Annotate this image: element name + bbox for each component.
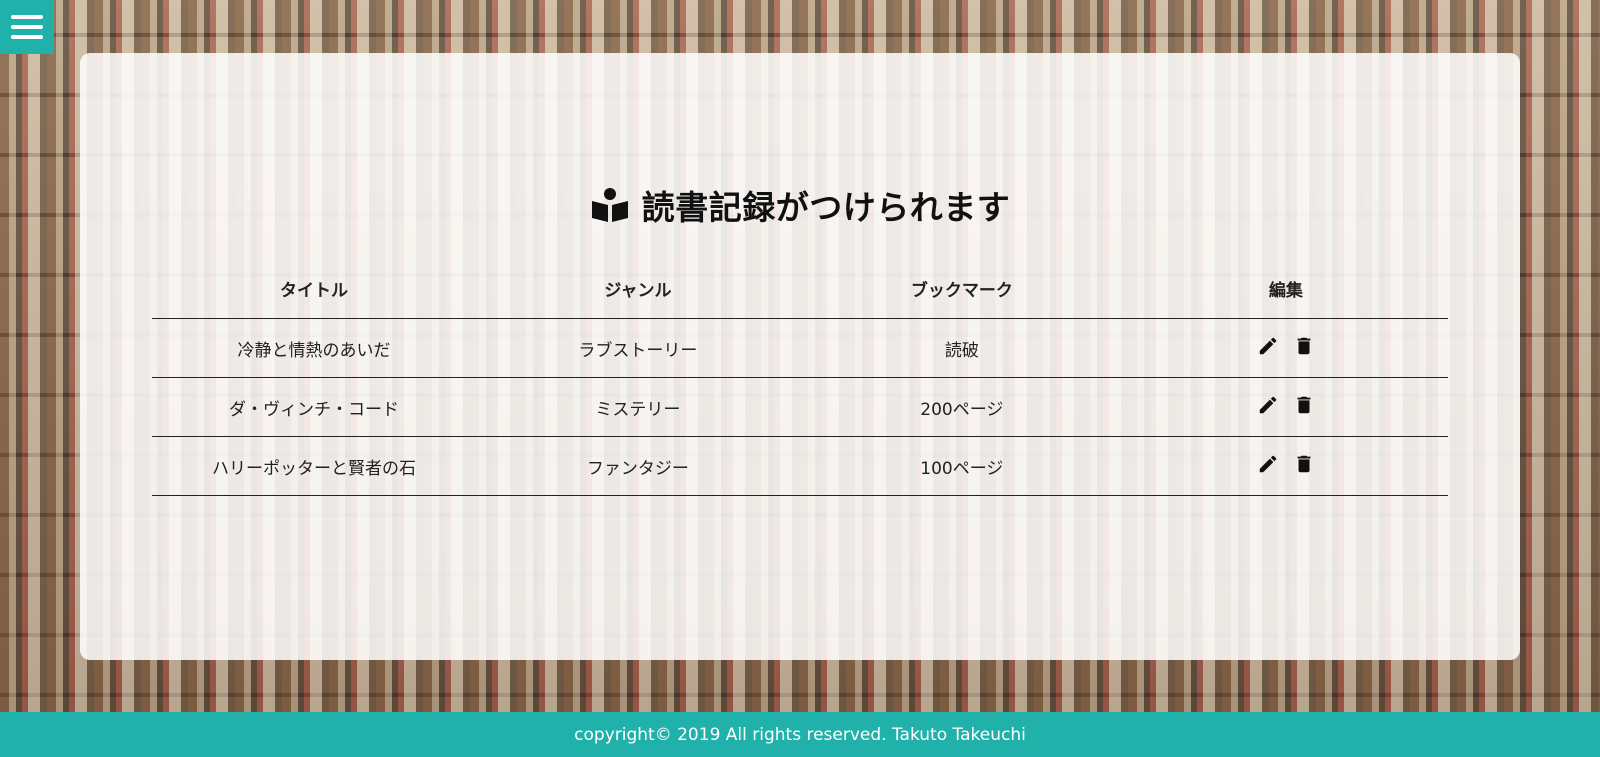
book-genre-cell: ラブストーリー <box>475 318 800 378</box>
book-actions-cell <box>1123 436 1448 496</box>
page-title: 読書記録がつけられます <box>641 188 1011 227</box>
book-actions-cell <box>1123 318 1448 378</box>
table-header-row: タイトル ジャンル ブックマーク 編集 <box>152 258 1448 319</box>
table-row: 冷静と情熱のあいだ ラブストーリー 読破 <box>152 318 1448 378</box>
column-header-edit: 編集 <box>1123 258 1448 319</box>
pencil-edit-icon[interactable] <box>1257 335 1279 357</box>
book-bookmark-cell: 読破 <box>799 318 1124 378</box>
book-actions-cell <box>1123 377 1448 437</box>
main-panel: 読書記録がつけられます タイトル ジャンル ブックマーク 編集 冷静と情熱のあい… <box>80 53 1520 660</box>
column-header-title: タイトル <box>152 258 476 319</box>
trash-delete-icon[interactable] <box>1293 335 1315 357</box>
book-title-cell: ハリーポッターと賢者の石 <box>152 436 476 496</box>
table-row: ダ・ヴィンチ・コード ミステリー 200ページ <box>152 377 1448 437</box>
footer: copyright© 2019 All rights reserved. Tak… <box>0 712 1600 757</box>
column-header-genre: ジャンル <box>475 258 800 319</box>
book-title-cell: 冷静と情熱のあいだ <box>152 318 476 378</box>
book-genre-cell: ミステリー <box>475 377 800 437</box>
hamburger-menu-button[interactable] <box>0 0 54 54</box>
book-reader-icon <box>590 187 630 223</box>
trash-delete-icon[interactable] <box>1293 453 1315 475</box>
copyright-text: copyright© 2019 All rights reserved. Tak… <box>574 724 1026 745</box>
table-row: ハリーポッターと賢者の石 ファンタジー 100ページ <box>152 436 1448 496</box>
trash-delete-icon[interactable] <box>1293 394 1315 416</box>
page-header: 読書記録がつけられます <box>80 181 1520 229</box>
column-header-bookmark: ブックマーク <box>799 258 1124 319</box>
book-genre-cell: ファンタジー <box>475 436 800 496</box>
pencil-edit-icon[interactable] <box>1257 394 1279 416</box>
book-bookmark-cell: 100ページ <box>799 436 1124 496</box>
book-table: タイトル ジャンル ブックマーク 編集 冷静と情熱のあいだ ラブストーリー 読破 <box>152 258 1448 496</box>
book-bookmark-cell: 200ページ <box>799 377 1124 437</box>
pencil-edit-icon[interactable] <box>1257 453 1279 475</box>
hamburger-menu-icon <box>11 15 43 19</box>
book-title-cell: ダ・ヴィンチ・コード <box>152 377 476 437</box>
